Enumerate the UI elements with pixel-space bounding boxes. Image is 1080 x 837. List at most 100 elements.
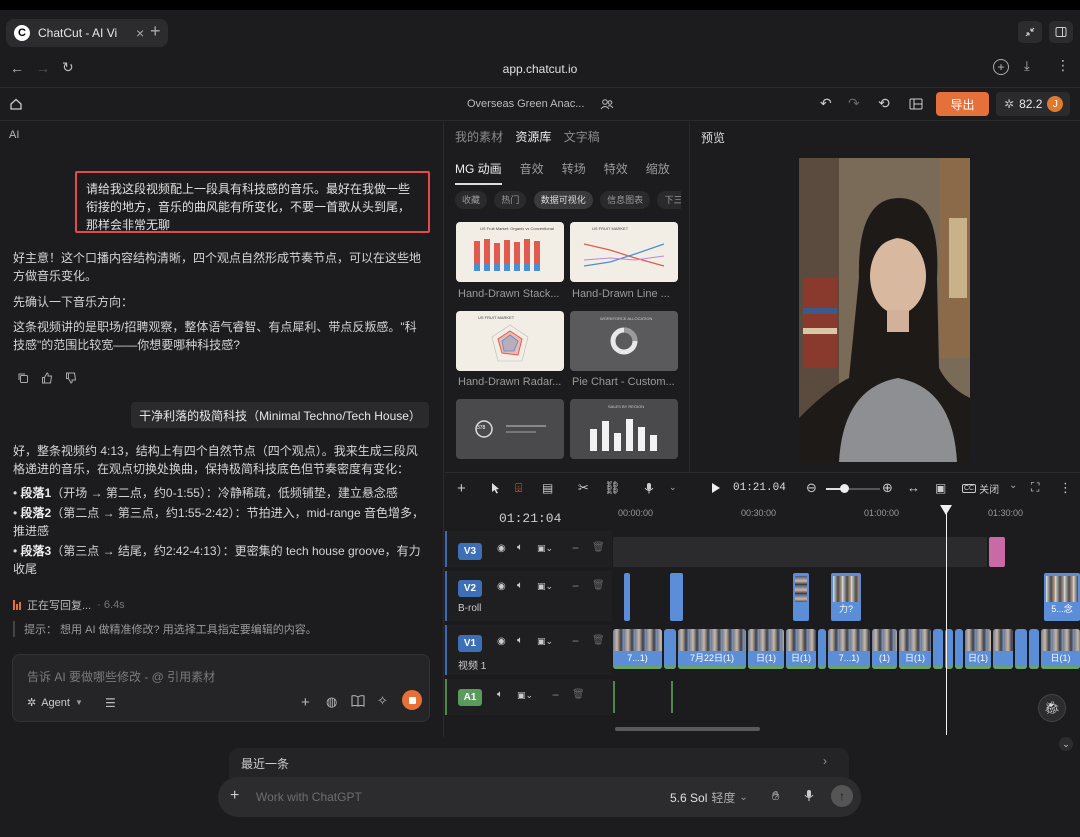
microphone-icon[interactable]	[804, 789, 814, 802]
thumbs-up-icon[interactable]	[41, 372, 53, 384]
avatar[interactable]: J	[1047, 96, 1064, 112]
v1-clip[interactable]: 7...1)	[828, 629, 870, 669]
v1-clip[interactable]: 日(1)	[748, 629, 784, 669]
more-menu-icon[interactable]: ⋮	[1056, 57, 1070, 74]
minus-icon[interactable]: −	[572, 634, 579, 648]
agent-selector[interactable]: ✲ Agent ▼	[27, 696, 83, 710]
v1-clip[interactable]: 日(1)	[786, 629, 816, 669]
playhead-handle[interactable]	[940, 505, 952, 515]
v2-clip[interactable]	[624, 573, 630, 621]
playhead[interactable]	[940, 505, 952, 735]
eye-icon[interactable]: ◉	[497, 636, 506, 647]
chat-input-placeholder[interactable]: 告诉 AI 要做哪些修改 - @ 引用素材	[27, 668, 215, 685]
history-icon[interactable]: ⟲	[878, 95, 890, 112]
v1-clip[interactable]: (1)	[872, 629, 897, 669]
v1-clip[interactable]	[933, 629, 943, 669]
chat-input-box[interactable]: 告诉 AI 要做哪些修改 - @ 引用素材 ✲ Agent ▼ ☰ + ◍ ✧	[12, 654, 430, 722]
mg-card-radar[interactable]: US FRUIT MARKET	[456, 311, 564, 371]
eye-icon[interactable]: ◉	[497, 581, 506, 592]
fit-width-icon[interactable]: ↔	[907, 480, 920, 495]
v1-clip[interactable]	[1029, 629, 1039, 669]
book-icon[interactable]	[351, 695, 365, 707]
send-button[interactable]: ↑	[831, 785, 853, 807]
v2-clip[interactable]: 5...念	[1044, 573, 1080, 621]
palette-icon[interactable]: ◍	[326, 694, 337, 710]
track-lane-a1[interactable]	[613, 679, 1080, 715]
mg-card-line[interactable]: US FRUIT MARKET	[570, 222, 678, 282]
speaker-icon[interactable]: 🔈︎	[517, 635, 523, 646]
caption-tool-icon[interactable]: ▤	[542, 481, 553, 495]
trash-icon[interactable]: 🗑︎	[592, 635, 605, 646]
track-menu-icon[interactable]: ▣⌄	[537, 543, 553, 554]
download-icon[interactable]: ⤓	[1024, 58, 1030, 74]
trash-icon[interactable]: 🗑︎	[572, 689, 585, 700]
tab-my-assets[interactable]: 我的素材	[455, 130, 503, 144]
trash-icon[interactable]: 🗑︎	[592, 542, 605, 553]
v3-clip[interactable]	[613, 537, 987, 567]
tab-mg-animation[interactable]: MG 动画	[455, 160, 502, 185]
collaborators-icon[interactable]	[600, 97, 614, 111]
aspect-icon[interactable]: ▣	[935, 481, 946, 495]
export-button[interactable]: 导出	[936, 92, 989, 116]
zoom-out-icon[interactable]: ⊖	[806, 480, 817, 496]
timeline-ruler[interactable]: 00:00:00 00:30:00 01:00:00 01:30:00	[613, 505, 1080, 527]
video-preview[interactable]	[799, 158, 970, 462]
chatgpt-input-bar[interactable]: + Work with ChatGPT 5.6 Sol 轻度 ⌄ ✋︎ ↑	[218, 777, 861, 817]
more-options-icon[interactable]: ⋮	[1059, 480, 1072, 496]
add-track-icon[interactable]: +	[457, 480, 466, 497]
hand-icon[interactable]: ✋︎	[772, 788, 779, 804]
settings-sliders-icon[interactable]: ☰	[105, 696, 116, 710]
zoom-in-icon[interactable]: ⊕	[882, 480, 893, 496]
tab-transitions[interactable]: 转场	[562, 160, 586, 185]
speaker-icon[interactable]: 🔈︎	[497, 689, 503, 700]
track-menu-icon[interactable]: ▣⌄	[537, 581, 553, 592]
track-lane-v3[interactable]	[613, 536, 1080, 567]
speaker-icon[interactable]: 🔈︎	[517, 542, 523, 553]
scroll-down-icon[interactable]: ⌄	[1059, 737, 1073, 751]
credits-badge[interactable]: ✲ 82.2 J	[996, 92, 1070, 116]
v1-clip[interactable]	[1015, 629, 1027, 669]
eye-icon[interactable]: ◉	[497, 543, 506, 554]
mg-card-bars[interactable]: SALES BY REGION	[570, 399, 678, 459]
copy-icon[interactable]	[17, 372, 29, 384]
mg-card-stacked-bar[interactable]: US Fruit Market: Organic vs Conventional	[456, 222, 564, 282]
trim-tool-icon[interactable]: ⌹	[515, 481, 522, 496]
browser-tab[interactable]: C ChatCut - AI Vi ×	[6, 19, 168, 47]
v1-clip[interactable]: 日(1)	[965, 629, 991, 669]
new-tab-icon[interactable]: +	[150, 21, 161, 42]
url-text[interactable]: app.chatcut.io	[0, 62, 1080, 76]
v1-clip[interactable]: 日(1)	[899, 629, 931, 669]
shrink-window-icon[interactable]	[1018, 21, 1042, 43]
bug-report-icon[interactable]: 🐞︎	[1038, 694, 1066, 722]
tab-sound-effects[interactable]: 音效	[520, 160, 544, 185]
track-menu-icon[interactable]: ▣⌄	[517, 690, 533, 701]
v1-clip[interactable]	[664, 629, 676, 669]
chip-favorites[interactable]: 收藏	[455, 191, 488, 209]
v1-clip[interactable]: 7月22日(1)	[678, 629, 746, 669]
screenshot-icon[interactable]: ⛶	[1031, 480, 1039, 495]
microphone-icon[interactable]	[644, 482, 654, 494]
v1-clip[interactable]	[993, 629, 1013, 669]
redo-icon[interactable]: ↷	[848, 95, 860, 112]
v3-marker-clip[interactable]	[989, 537, 1005, 567]
stop-button[interactable]	[402, 690, 422, 710]
plus-icon[interactable]: +	[301, 694, 310, 711]
chevron-down-icon[interactable]: ⌄	[669, 482, 677, 493]
minus-icon[interactable]: −	[572, 579, 579, 593]
recent-item-bar[interactable]: 最近一条 ›	[229, 748, 849, 778]
timeline-scrollbar[interactable]	[615, 727, 760, 731]
v2-clip[interactable]	[793, 573, 809, 621]
link-icon[interactable]: ⛓	[604, 480, 621, 496]
sidebar-toggle-icon[interactable]	[1049, 21, 1073, 43]
minus-icon[interactable]: −	[572, 541, 579, 555]
thumbs-down-icon[interactable]	[65, 372, 77, 384]
chip-data-viz[interactable]: 数据可视化	[533, 191, 593, 209]
v1-clip[interactable]	[955, 629, 963, 669]
v1-clip[interactable]: 7...1)	[613, 629, 662, 669]
play-button[interactable]	[711, 482, 721, 494]
v1-clip[interactable]: 日(1)	[1041, 629, 1080, 669]
tab-close-icon[interactable]: ×	[136, 25, 144, 41]
captions-toggle[interactable]: CC 关闭	[962, 481, 999, 496]
tab-effects[interactable]: 特效	[604, 160, 628, 185]
zoom-slider-handle[interactable]	[840, 484, 849, 493]
